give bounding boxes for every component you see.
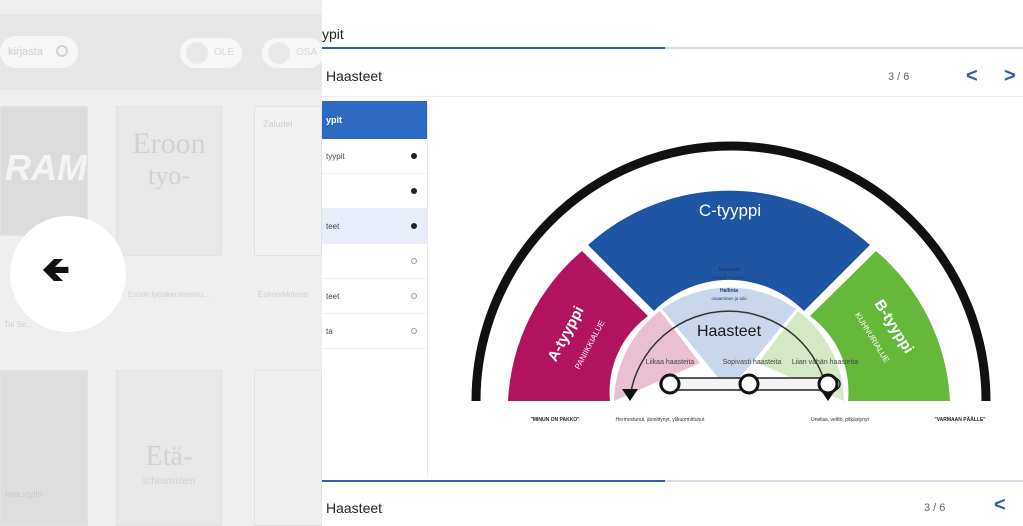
background-book-3-caption: Esimerkkiteos	[258, 290, 308, 299]
low-mid-label: Sopivasti haasteita	[723, 359, 782, 366]
background-book-1-title: RAM	[5, 147, 87, 188]
center-label: Haasteet	[697, 323, 762, 340]
footer-caption-4: "VARMAAN PÄÄLLE"	[934, 416, 986, 423]
background-pill-1-label: OLE	[214, 47, 235, 58]
background-book-3: Zaludel	[254, 106, 322, 256]
footer-caption-2: Hermostunut, jännittynyt, ylikuormittunu…	[616, 417, 706, 423]
status-todo-icon	[411, 258, 417, 264]
plus-icon	[817, 373, 839, 395]
plus-icon	[738, 373, 760, 395]
sidebar-item-5[interactable]: teet	[322, 279, 427, 314]
sidebar-item-4[interactable]	[322, 244, 427, 279]
status-todo-icon	[411, 328, 417, 334]
chapter-title: ypit	[322, 26, 344, 42]
background-book-2: Eroon tyo-	[116, 106, 222, 256]
bottom-page-counter: 3 / 6	[924, 502, 946, 514]
sidebar-heading[interactable]: ypit	[322, 101, 427, 139]
content-area: C-tyyppi A-tyyppi PANIIKKIALUE B-tyyppi …	[430, 101, 1023, 477]
section-header: Haasteet 3 / 6 < >	[322, 57, 1023, 97]
sidebar-item-2[interactable]	[322, 174, 427, 209]
page-counter: 3 / 6	[888, 71, 910, 83]
plus-icon	[659, 373, 681, 395]
chapter-sidebar: ypit tyypit teet teet ta	[322, 101, 428, 477]
background-toolbar: kirjasta OLE OSA	[0, 14, 322, 90]
low-left-label: Liikaa haasteita	[646, 359, 695, 366]
background-pill-1: OLE	[180, 38, 242, 68]
background-book-4-caption: mia stylin	[5, 489, 43, 499]
section-title: Haasteet	[326, 68, 383, 84]
sidebar-item-6[interactable]: ta	[322, 314, 427, 349]
progress-fill	[322, 47, 666, 49]
sidebar-item-label: teet	[326, 292, 340, 301]
background-book-5-subtitle: ichtaminen	[142, 473, 196, 487]
search-icon	[56, 45, 68, 57]
sidebar-item-1[interactable]: tyypit	[322, 139, 427, 174]
footer-caption-3: Unelias, velttö, pitkästynyt	[811, 417, 869, 423]
sidebar-item-label: ta	[326, 327, 333, 336]
challenge-diagram: C-tyyppi A-tyyppi PANIIKKIALUE B-tyyppi …	[471, 141, 991, 423]
background-book-1-caption: Tai Se...	[4, 320, 33, 329]
footer-caption-1: "MINUN ON PAKKO"	[530, 417, 580, 423]
arrow-left-icon[interactable]: 🡸	[42, 253, 80, 287]
background-book-2-title: Eroon	[132, 127, 206, 160]
inner-subtext-2: osaaminen ja tuki	[711, 296, 746, 301]
avatar-icon	[186, 42, 208, 64]
background-book-2-caption: Eroon tyoskentelemu...	[128, 290, 210, 299]
bottom-progress-bar	[322, 480, 1023, 482]
background-library: kirjasta OLE OSA RAM Eroon tyo- Zaludel …	[0, 0, 322, 526]
background-book-2-subtitle: tyo-	[148, 161, 190, 190]
chevron-left-icon[interactable]: <	[994, 494, 1006, 517]
status-done-icon	[411, 223, 417, 229]
bottom-progress-fill	[322, 480, 666, 482]
status-todo-icon	[411, 293, 417, 299]
background-book-3-title: Zaludel	[263, 119, 293, 129]
bottom-bar: Haasteet 3 / 6 <	[322, 480, 1023, 526]
sidebar-item-label: tyypit	[326, 152, 345, 161]
reader-panel: ypit Haasteet 3 / 6 < > ypit tyypit teet	[322, 0, 1023, 526]
progress-bar	[322, 47, 1023, 49]
background-book-4: mia stylin	[0, 370, 88, 526]
background-pill-2: OSA	[262, 38, 322, 68]
chevron-left-icon[interactable]: <	[966, 65, 978, 88]
screen: kirjasta OLE OSA RAM Eroon tyo- Zaludel …	[0, 0, 1023, 526]
status-done-icon	[411, 188, 417, 194]
inner-heading-2: Hallinta	[720, 288, 738, 294]
sidebar-item-3[interactable]: teet	[322, 209, 427, 244]
bottom-section-title: Haasteet	[326, 500, 383, 516]
low-right-label: Liian vähän haasteita	[792, 359, 858, 366]
background-search-input: kirjasta	[0, 36, 78, 68]
background-pill-2-label: OSA	[296, 47, 318, 58]
inner-subtext-1: koko ja innostus	[713, 275, 746, 280]
background-book-6	[254, 370, 322, 526]
c-type-label: C-tyyppi	[699, 201, 761, 220]
chevron-right-icon[interactable]: >	[1004, 65, 1016, 88]
sidebar-item-label: teet	[326, 222, 340, 231]
background-book-5-title: Etä-	[145, 441, 193, 472]
inner-heading-1: Haasteet	[719, 267, 740, 273]
status-done-icon	[411, 153, 417, 159]
background-search-placeholder: kirjasta	[8, 46, 43, 58]
avatar-icon	[268, 42, 290, 64]
background-book-5: Etä- ichtaminen	[116, 370, 222, 526]
